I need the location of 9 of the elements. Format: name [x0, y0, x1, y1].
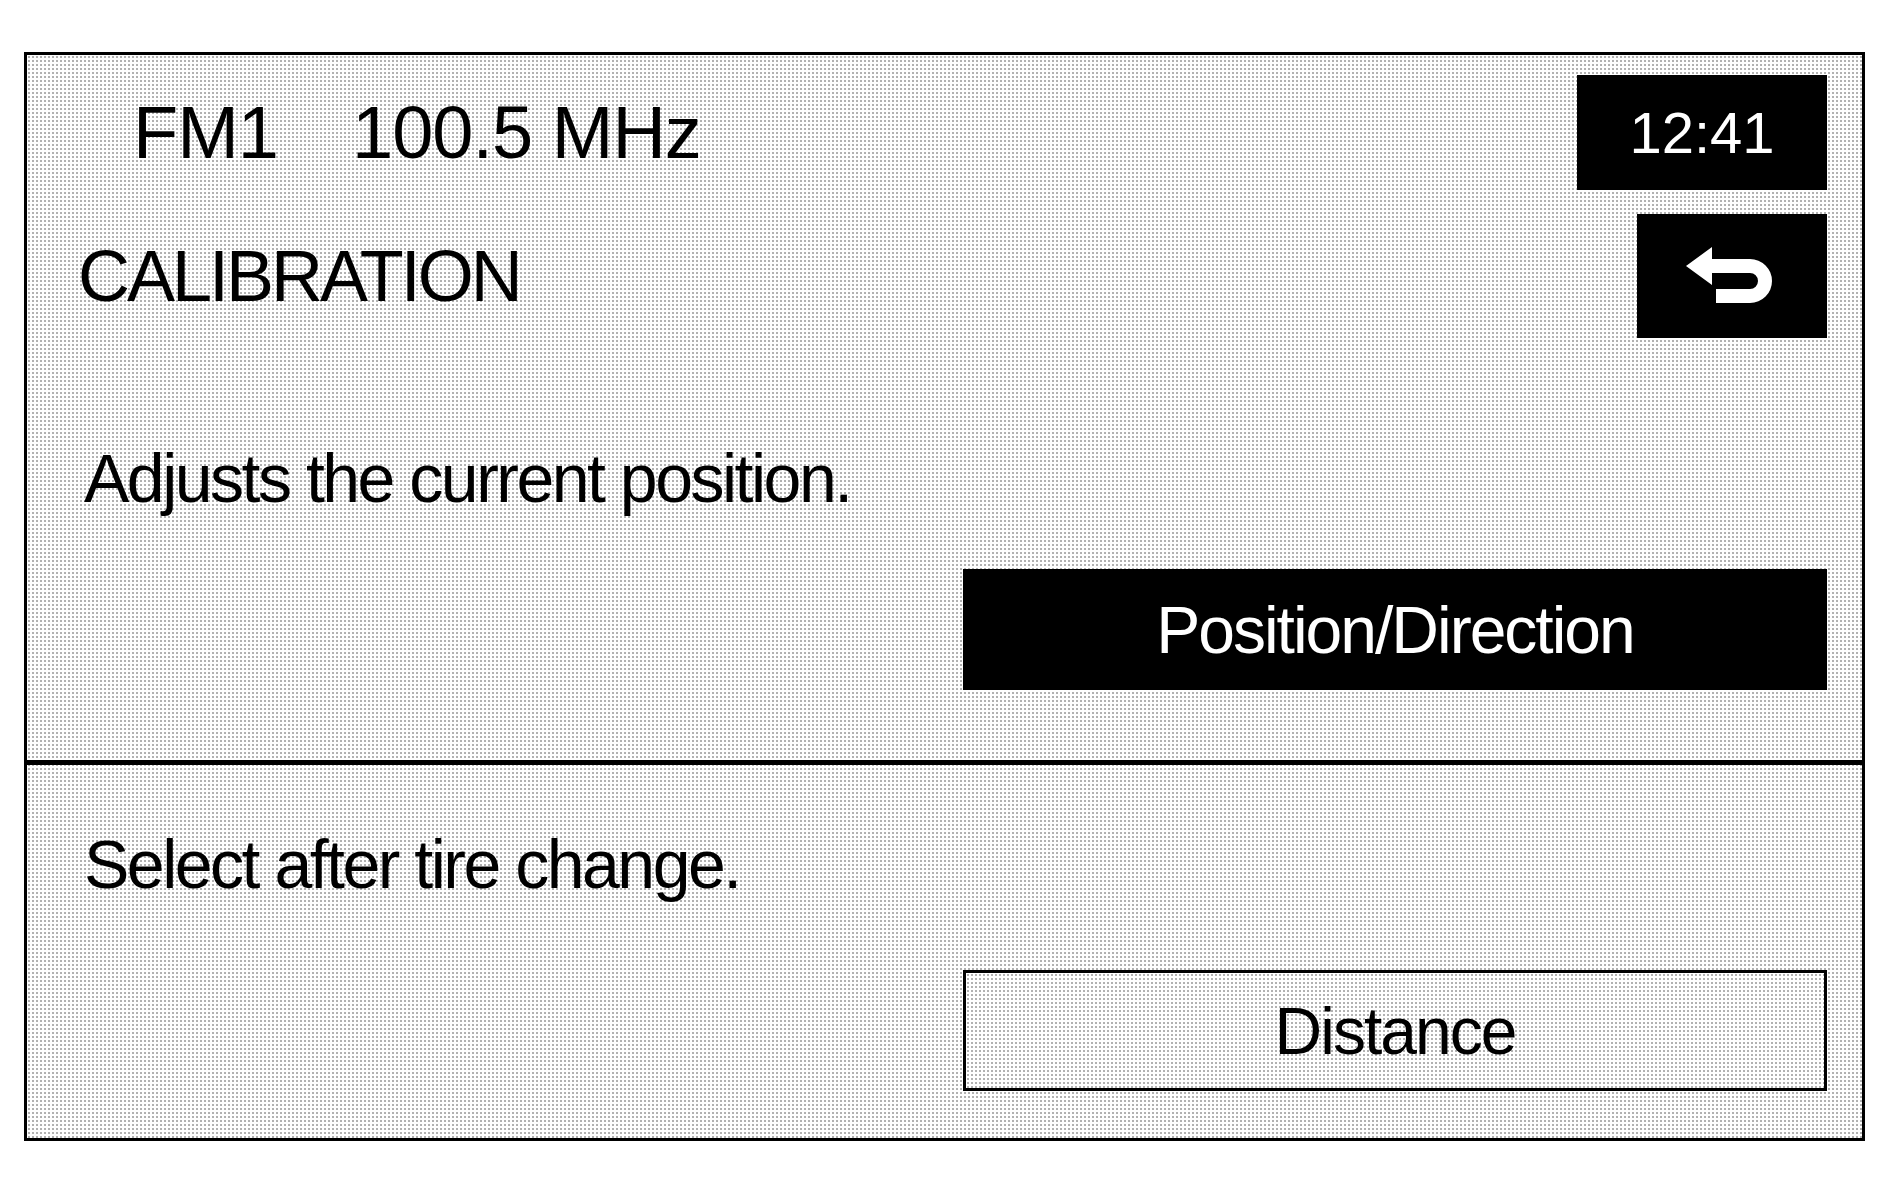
screen-title: CALIBRATION [78, 235, 520, 317]
clock: 12:41 [1577, 75, 1827, 190]
option-button[interactable]: Position/Direction [963, 569, 1827, 690]
option-description: Adjusts the current position. [84, 440, 851, 516]
radio-band-label: FM1 [133, 90, 279, 175]
option-description: Select after tire change. [84, 826, 740, 903]
radio-frequency: 100.5 MHz [352, 90, 702, 175]
option-button[interactable]: Distance [963, 970, 1827, 1092]
back-button[interactable] [1637, 214, 1827, 338]
